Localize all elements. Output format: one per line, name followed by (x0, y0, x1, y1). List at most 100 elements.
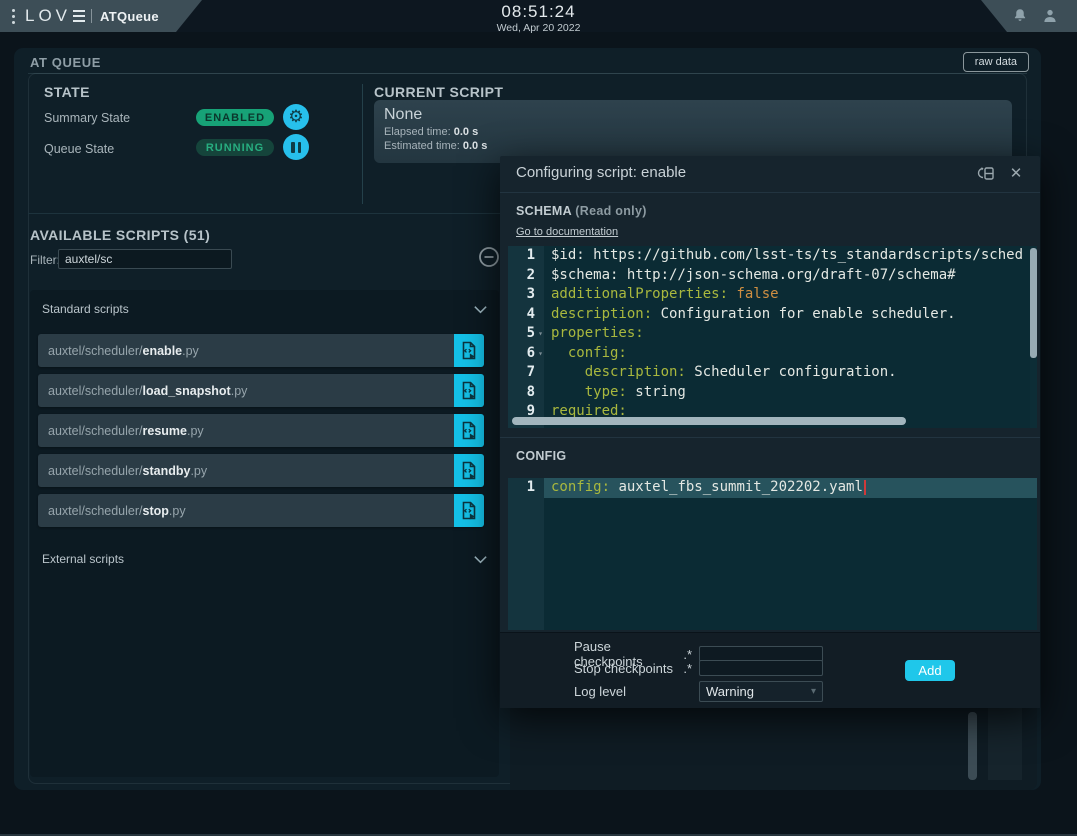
summary-state-label: Summary State (44, 111, 130, 125)
user-icon[interactable] (1041, 7, 1059, 25)
script-row[interactable]: auxtel/scheduler/resume.py (38, 414, 484, 447)
logo-e-icon (73, 10, 85, 22)
queue-state-label: Queue State (44, 142, 114, 156)
standard-scripts-list: auxtel/scheduler/enable.py auxtel/schedul… (38, 334, 484, 534)
collapse-available-scripts-button[interactable] (478, 246, 500, 268)
available-scripts-title: AVAILABLE SCRIPTS (51) (30, 227, 210, 243)
summary-state-badge: ENABLED (196, 109, 274, 126)
notifications-bell-icon[interactable] (1011, 7, 1029, 25)
schema-code-editor[interactable]: 1$id: https://github.com/lsst-ts/ts_stan… (508, 246, 1037, 428)
gear-icon: ⚙ (288, 109, 303, 126)
log-level-label: Log level (574, 684, 678, 699)
kebab-menu-icon[interactable] (12, 9, 15, 24)
dialog-title-divider (500, 192, 1040, 193)
clock-time: 08:51:24 (497, 2, 581, 22)
queue-state-badge: RUNNING (196, 139, 274, 156)
script-row[interactable]: auxtel/scheduler/standby.py (38, 454, 484, 487)
code-line: 1$id: https://github.com/lsst-ts/ts_stan… (508, 246, 1037, 266)
config-section-divider (500, 437, 1040, 438)
filter-input[interactable] (58, 249, 232, 269)
launch-script-button[interactable] (454, 374, 484, 407)
code-line: 5▾properties: (508, 324, 1037, 344)
config-section-label: CONFIG (516, 449, 566, 463)
script-row[interactable]: auxtel/scheduler/load_snapshot.py (38, 374, 484, 407)
filter-label: Filter: (30, 253, 60, 267)
schema-readonly-label: (Read only) (575, 204, 646, 218)
dialog-iconbar: ✕ (976, 163, 1026, 183)
code-line: 2$schema: http://json-schema.org/draft-0… (508, 266, 1037, 286)
script-launch-icon (461, 461, 477, 480)
stop-checkpoints-input[interactable] (699, 660, 823, 676)
standard-scripts-group-header[interactable]: Standard scripts (42, 298, 489, 320)
queue-list-background (510, 708, 1037, 790)
script-path: auxtel/scheduler/stop.py (38, 504, 454, 518)
external-scripts-group-header[interactable]: External scripts (42, 548, 489, 570)
code-line: 3additionalProperties: false (508, 285, 1037, 305)
script-path: auxtel/scheduler/resume.py (38, 424, 454, 438)
schema-hscroll-thumb[interactable] (512, 417, 906, 425)
estimated-time-value: 0.0 s (463, 140, 487, 152)
script-launch-icon (461, 421, 477, 440)
launch-script-button[interactable] (454, 414, 484, 447)
title-divider (28, 73, 1027, 74)
love-logo: LOV (25, 6, 89, 26)
log-level-row: Log level Warning ▾ (574, 681, 823, 702)
elapsed-time-label: Elapsed time: (384, 126, 451, 138)
estimated-time-label: Estimated time: (384, 140, 460, 152)
script-row[interactable]: auxtel/scheduler/enable.py (38, 334, 484, 367)
state-divider (362, 84, 363, 204)
add-script-button[interactable]: Add (905, 660, 955, 681)
log-level-select[interactable]: Warning ▾ (699, 681, 823, 702)
schema-label: SCHEMA (516, 204, 572, 218)
launch-script-button[interactable] (454, 334, 484, 367)
script-path: auxtel/scheduler/load_snapshot.py (38, 384, 454, 398)
current-script-title: CURRENT SCRIPT (374, 84, 503, 100)
pause-icon (291, 142, 301, 153)
close-dialog-button[interactable]: ✕ (1006, 163, 1026, 183)
logo-text: LOV (25, 6, 71, 26)
detach-dialog-button[interactable] (976, 163, 996, 183)
schema-vscroll-thumb[interactable] (1030, 248, 1037, 358)
code-line: 1config: auxtel_fbs_summit_202202.yaml (508, 478, 1037, 498)
stop-checkpoints-row: Stop checkpoints .* (574, 660, 823, 676)
script-launch-icon (461, 381, 477, 400)
elapsed-time-value: 0.0 s (454, 126, 478, 138)
navbar-right-section (981, 0, 1077, 32)
elapsed-time-row: Elapsed time: 0.0 s (384, 126, 1002, 138)
pause-queue-button[interactable] (283, 134, 309, 160)
top-navbar: LOV ATQueue 08:51:24 Wed, Apr 20 2022 (0, 0, 1077, 32)
chevron-down-icon (472, 551, 489, 568)
chevron-down-icon (472, 301, 489, 318)
code-line: 6▾ config: (508, 344, 1037, 364)
documentation-link[interactable]: Go to documentation (516, 226, 618, 238)
queue-scrollbar[interactable] (968, 712, 977, 780)
launch-script-button[interactable] (454, 494, 484, 527)
code-line: 7 description: Scheduler configuration. (508, 363, 1037, 383)
select-caret-icon: ▾ (811, 686, 816, 697)
logo-separator (91, 9, 92, 23)
log-level-value: Warning (706, 684, 754, 699)
panel-title: AT QUEUE (30, 55, 101, 70)
app-title: ATQueue (100, 9, 159, 24)
dialog-title: Configuring script: enable (516, 164, 686, 181)
dialog-controls: Pause checkpoints .* Stop checkpoints .*… (500, 632, 1040, 708)
raw-data-button[interactable]: raw data (963, 52, 1029, 72)
queue-column-shade (988, 708, 1022, 780)
summary-state-gear-button[interactable]: ⚙ (283, 104, 309, 130)
script-launch-icon (461, 341, 477, 360)
detach-icon (977, 164, 996, 183)
launch-script-button[interactable] (454, 454, 484, 487)
script-path: auxtel/scheduler/enable.py (38, 344, 454, 358)
script-row[interactable]: auxtel/scheduler/stop.py (38, 494, 484, 527)
config-code-editor[interactable]: 1config: auxtel_fbs_summit_202202.yaml (508, 478, 1037, 630)
stop-checkpoints-label: Stop checkpoints (574, 661, 678, 676)
clock-date: Wed, Apr 20 2022 (497, 22, 581, 34)
editor-gutter (508, 478, 544, 630)
text-cursor (864, 480, 866, 495)
close-icon: ✕ (1010, 164, 1023, 182)
configure-script-dialog: Configuring script: enable ✕ SCHEMA (Rea… (500, 156, 1040, 708)
script-launch-icon (461, 501, 477, 520)
schema-section-label: SCHEMA (Read only) (516, 204, 647, 218)
state-section-title: STATE (44, 84, 90, 100)
minus-circle-icon (478, 246, 500, 268)
